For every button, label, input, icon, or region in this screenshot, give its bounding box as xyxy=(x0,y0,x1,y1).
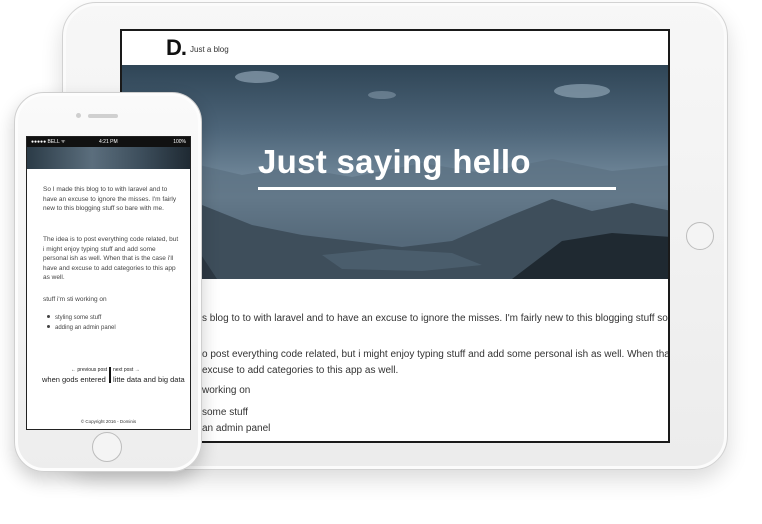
tablet-navbar: D. Just a blog xyxy=(122,31,668,65)
copyright-footer: © Copyright 2016 - Dominis xyxy=(80,419,137,424)
phone-list: styling some stuff adding an admin panel xyxy=(47,313,116,333)
next-post-link[interactable]: litte data and big data xyxy=(113,375,185,384)
phone-paragraph-1: So I made this blog to to with laravel a… xyxy=(43,186,177,212)
phone-paragraph-3: stuff i'm sti working on xyxy=(43,296,107,303)
status-time: 4:21 PM xyxy=(99,139,118,145)
post-title: Just saying hello xyxy=(258,143,531,180)
phone-speaker xyxy=(88,114,118,118)
tablet-screen: D. Just a blog Just saying hello s blog … xyxy=(120,29,670,443)
phone-home-button[interactable] xyxy=(92,432,122,462)
previous-post-link[interactable]: when gods entered xyxy=(42,375,106,384)
title-underline xyxy=(258,187,616,190)
phone-screen: ●●●●● BELL ᯤ 4:21 PM 100% So I made this… xyxy=(26,136,191,430)
phone-list-item: styling some stuff xyxy=(47,313,116,323)
battery-level: 100% xyxy=(173,139,186,145)
phone-list-item-1: styling some stuff xyxy=(55,315,102,321)
tablet-paragraph-3: working on xyxy=(202,385,251,396)
next-post-label[interactable]: next post → xyxy=(113,367,140,373)
tablet-home-button[interactable] xyxy=(686,222,714,250)
status-bar: ●●●●● BELL ᯤ 4:21 PM 100% xyxy=(27,137,190,147)
tablet-paragraph-2: o post everything code related, but i mi… xyxy=(202,349,670,360)
post-nav-divider xyxy=(109,367,111,383)
phone-paragraph-2: The idea is to post everything code rela… xyxy=(43,236,179,281)
phone-list-item-2: adding an admin panel xyxy=(55,325,116,331)
bullet-icon xyxy=(47,325,50,329)
site-tagline: Just a blog xyxy=(190,45,229,54)
bullet-icon xyxy=(47,315,50,319)
tablet-paragraph-2b: excuse to add categories to this app as … xyxy=(202,365,399,376)
tablet-paragraph-1: s blog to to with laravel and to have an… xyxy=(202,313,670,324)
tablet-hero-banner: Just saying hello xyxy=(122,65,668,279)
phone-hero-banner xyxy=(27,147,190,169)
phone-list-item: adding an admin panel xyxy=(47,323,116,333)
tablet-list-item-1: some stuff xyxy=(202,407,248,418)
previous-post-label[interactable]: ← previous post xyxy=(71,367,107,373)
carrier-signal: ●●●●● BELL ᯤ xyxy=(31,139,66,145)
site-logo[interactable]: D. xyxy=(166,35,187,61)
phone-camera xyxy=(76,113,81,118)
tablet-list-item-2: an admin panel xyxy=(202,423,271,434)
